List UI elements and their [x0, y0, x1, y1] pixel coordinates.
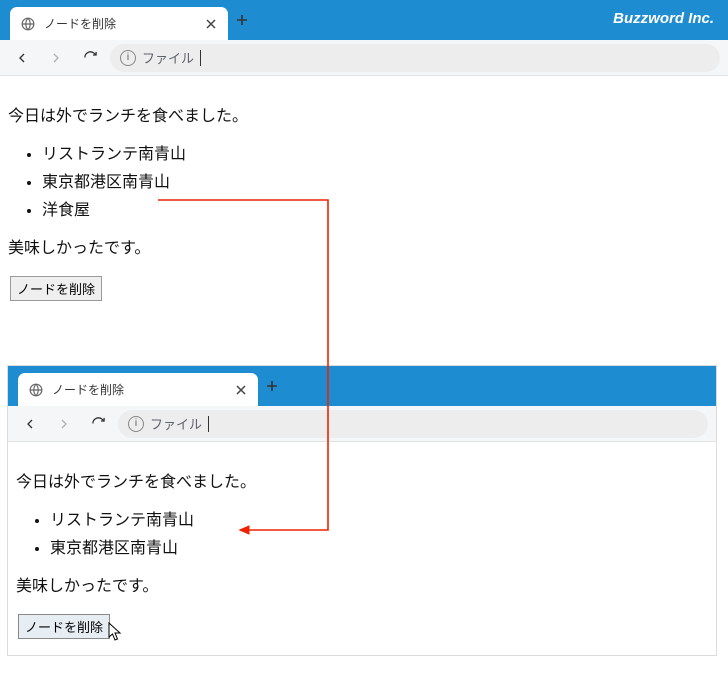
forward-button[interactable] — [50, 410, 78, 438]
mouse-cursor-icon — [108, 622, 126, 644]
reload-button[interactable] — [76, 44, 104, 72]
list-item: 東京都港区南青山 — [42, 168, 720, 192]
info-icon: i — [128, 416, 144, 432]
reload-button[interactable] — [84, 410, 112, 438]
remove-node-button[interactable]: ノードを削除 — [10, 276, 102, 301]
browser-toolbar: i ファイル — [8, 406, 716, 442]
browser-tab-strip: ノードを削除 Buzzword Inc. — [0, 0, 728, 40]
forward-button[interactable] — [42, 44, 70, 72]
new-tab-button[interactable] — [258, 366, 286, 406]
remove-node-button[interactable]: ノードを削除 — [18, 614, 110, 639]
item-list: リストランテ南青山 東京都港区南青山 — [50, 506, 708, 558]
text-cursor — [208, 416, 209, 432]
address-text: ファイル — [150, 414, 202, 433]
intro-text: 今日は外でランチを食べました。 — [8, 102, 720, 126]
tab-title: ノードを削除 — [52, 381, 226, 398]
page-content: 今日は外でランチを食べました。 リストランテ南青山 東京都港区南青山 洋食屋 美… — [0, 76, 728, 317]
browser-toolbar: i ファイル — [0, 40, 728, 76]
close-icon[interactable] — [234, 383, 248, 397]
outro-text: 美味しかったです。 — [8, 234, 720, 258]
browser-tab[interactable]: ノードを削除 — [10, 7, 228, 40]
close-icon[interactable] — [204, 17, 218, 31]
outro-text: 美味しかったです。 — [16, 572, 708, 596]
back-button[interactable] — [8, 44, 36, 72]
text-cursor — [200, 50, 201, 66]
list-item: リストランテ南青山 — [42, 140, 720, 164]
item-list: リストランテ南青山 東京都港区南青山 洋食屋 — [42, 140, 720, 220]
list-item: 東京都港区南青山 — [50, 534, 708, 558]
intro-text: 今日は外でランチを食べました。 — [16, 468, 708, 492]
back-button[interactable] — [16, 410, 44, 438]
list-item: 洋食屋 — [42, 196, 720, 220]
info-icon: i — [120, 50, 136, 66]
list-item: リストランテ南青山 — [50, 506, 708, 530]
new-tab-button[interactable] — [228, 0, 256, 40]
second-browser-window: ノードを削除 i ファイル 今日は外でランチを食べました。 リストランテ南青山 … — [7, 365, 717, 656]
address-text: ファイル — [142, 48, 194, 67]
address-bar[interactable]: i ファイル — [118, 410, 708, 438]
tab-title: ノードを削除 — [44, 15, 196, 32]
globe-icon — [20, 16, 36, 32]
address-bar[interactable]: i ファイル — [110, 44, 720, 72]
globe-icon — [28, 382, 44, 398]
brand-label: Buzzword Inc. — [613, 0, 728, 40]
browser-tab-strip: ノードを削除 — [8, 366, 716, 406]
browser-tab[interactable]: ノードを削除 — [18, 373, 258, 406]
